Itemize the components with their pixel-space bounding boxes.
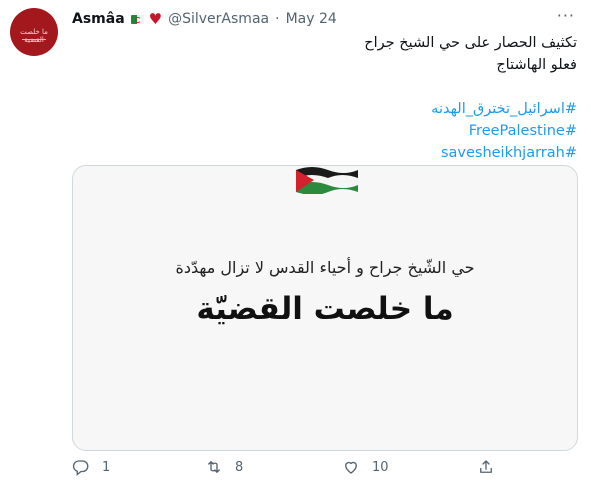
- retweet-count: 8: [235, 459, 244, 475]
- tweet-text-line: فعلو الهاشتاج: [496, 57, 577, 73]
- tweet-actions: 1 8 10: [72, 458, 576, 484]
- like-count: 10: [372, 459, 389, 475]
- hashtag-link[interactable]: #FreePalestine: [72, 120, 577, 142]
- palestine-flag-icon: [296, 167, 358, 194]
- reply-icon: [72, 460, 89, 476]
- author-handle[interactable]: @SilverAsmaa: [168, 11, 269, 27]
- share-icon: [480, 460, 492, 473]
- algeria-flag-icon: [130, 14, 144, 24]
- avatar-text: ما خلصت القضية: [20, 28, 48, 44]
- reply-button[interactable]: 1: [72, 458, 110, 476]
- heart-emoji-icon: ♥: [148, 10, 163, 28]
- tweet-date[interactable]: May 24: [286, 11, 337, 27]
- retweet-icon: [208, 461, 220, 473]
- retweet-button[interactable]: 8: [205, 458, 243, 476]
- tweet-media-image[interactable]: حي الشّيخ جراح و أحياء القدس لا تزال مهد…: [72, 165, 578, 451]
- author-name[interactable]: Asmâa: [72, 11, 125, 27]
- tweet-text-line: تكثيف الحصار على حي الشيخ جراح: [364, 35, 577, 51]
- hashtag-link[interactable]: #اسرائيل_تخترق_الهدنه: [72, 98, 577, 120]
- avatar-divider: [22, 39, 46, 40]
- like-icon: [345, 461, 357, 474]
- like-button[interactable]: 10: [342, 458, 389, 476]
- media-caption: حي الشّيخ جراح و أحياء القدس لا تزال مهد…: [175, 258, 475, 277]
- reply-count: 1: [102, 459, 111, 475]
- dot-separator: ·: [275, 11, 280, 27]
- tweet-text: تكثيف الحصار على حي الشيخ جراح فعلو الها…: [72, 32, 577, 164]
- avatar[interactable]: ما خلصت القضية: [10, 8, 58, 56]
- hashtag-link[interactable]: #savesheikhjarrah: [72, 142, 577, 164]
- more-options-icon[interactable]: ···: [557, 8, 575, 24]
- tweet-header: Asmâa ♥ @SilverAsmaa · May 24: [72, 9, 337, 29]
- media-headline: ما خلصت القضيّة: [196, 291, 454, 327]
- share-button[interactable]: [477, 458, 495, 476]
